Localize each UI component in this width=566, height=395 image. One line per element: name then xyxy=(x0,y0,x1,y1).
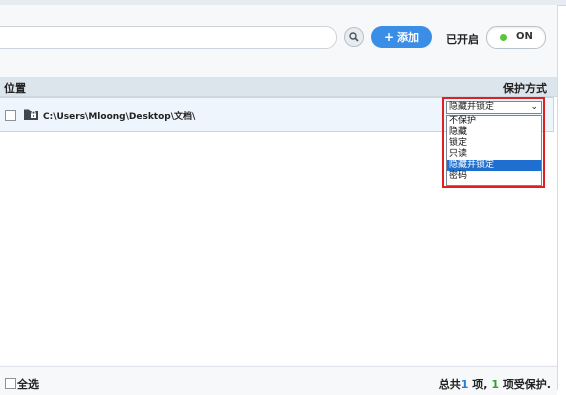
protection-toggle[interactable]: ON xyxy=(486,26,546,49)
status-dot-icon xyxy=(500,34,507,41)
option-password[interactable]: 密码 xyxy=(447,171,541,182)
option-hide[interactable]: 隐藏 xyxy=(447,127,541,138)
search-icon xyxy=(349,32,359,42)
add-button-label: 添加 xyxy=(397,31,420,44)
chevron-down-icon: ⌄ xyxy=(530,102,538,112)
summary-prefix: 总共 xyxy=(438,378,461,391)
total-count: 1 xyxy=(460,378,469,391)
option-hide-and-lock[interactable]: 隐藏并锁定 xyxy=(447,160,541,171)
option-lock[interactable]: 锁定 xyxy=(447,138,541,149)
footer-bar: 全选 总共1 项, 1 项受保护. xyxy=(0,366,557,395)
search-input[interactable] xyxy=(0,26,337,49)
protection-options-list: 不保护 隐藏 锁定 只读 隐藏并锁定 密码 xyxy=(446,115,542,186)
protected-count: 1 xyxy=(491,378,499,391)
toggle-label: ON xyxy=(516,31,533,42)
plus-icon: + xyxy=(383,30,395,44)
column-header: 位置 保护方式 xyxy=(0,77,557,97)
add-button[interactable]: + 添加 xyxy=(371,26,432,48)
option-read-only[interactable]: 只读 xyxy=(447,149,541,160)
column-protection-header[interactable]: 保护方式 xyxy=(503,80,547,96)
summary-suffix: 项受保护. xyxy=(502,378,551,391)
folder-lock-icon xyxy=(24,109,38,120)
select-all-checkbox[interactable] xyxy=(5,378,16,389)
protection-select[interactable]: 隐藏并锁定 ⌄ xyxy=(446,101,542,114)
search-button[interactable] xyxy=(344,27,364,47)
protection-select-value: 隐藏并锁定 xyxy=(449,102,495,112)
summary-mid: 项, xyxy=(472,378,488,391)
enabled-status-label: 已开启 xyxy=(446,33,479,46)
row-checkbox[interactable] xyxy=(5,110,16,121)
summary-text: 总共1 项, 1 项受保护. xyxy=(439,376,551,392)
option-no-protection[interactable]: 不保护 xyxy=(447,116,541,127)
row-path: C:\Users\Mloong\Desktop\文档\ xyxy=(43,112,196,122)
column-location-header[interactable]: 位置 xyxy=(4,80,26,96)
main-panel: + 添加 已开启 ON 位置 保护方式 C:\Users\Mloong\Desk… xyxy=(0,5,558,395)
select-all-label[interactable]: 全选 xyxy=(17,376,39,392)
